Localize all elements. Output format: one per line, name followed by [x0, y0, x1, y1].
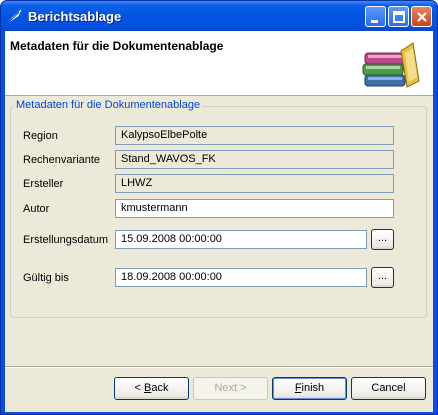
back-button[interactable]: < Back — [114, 377, 189, 400]
cancel-button[interactable]: Cancel — [351, 377, 426, 400]
dialog-client-area: Metadaten für die Dokumentenablage Metad… — [5, 31, 433, 412]
page-title: Metadaten für die Dokumentenablage — [10, 39, 224, 53]
app-feather-icon — [7, 8, 23, 24]
window-title: Berichtsablage — [28, 9, 122, 24]
ersteller-field[interactable]: LHWZ — [115, 174, 394, 193]
autor-label: Autor — [23, 203, 50, 215]
erstellungsdatum-picker-button[interactable]: ... — [371, 229, 394, 250]
books-icon — [361, 39, 421, 89]
close-button[interactable] — [411, 6, 432, 27]
erstellungsdatum-label: Erstellungsdatum — [23, 234, 108, 246]
gueltig-bis-label: Gültig bis — [23, 272, 69, 284]
autor-input[interactable]: kmustermann — [115, 199, 394, 218]
rechenvariante-field[interactable]: Stand_WAVOS_FK — [115, 150, 394, 169]
region-label: Region — [23, 130, 58, 142]
dialog-window: Berichtsablage Metadaten für die Dokumen… — [0, 0, 438, 415]
group-legend: Metadaten für die Dokumentenablage — [14, 99, 203, 111]
region-field[interactable]: KalypsoElbePolte — [115, 126, 394, 145]
button-separator — [5, 366, 433, 368]
maximize-button[interactable] — [388, 6, 409, 27]
finish-rest: inish — [301, 382, 325, 394]
next-button[interactable]: Next > — [193, 377, 268, 400]
back-rest: ack — [151, 382, 169, 394]
finish-mnemonic: F — [294, 382, 302, 394]
back-prefix: < — [134, 382, 144, 394]
minimize-button[interactable] — [365, 6, 386, 27]
gueltig-bis-input[interactable]: 18.09.2008 00:00:00 — [115, 268, 367, 287]
rechenvariante-label: Rechenvariante — [23, 154, 101, 166]
gueltig-bis-picker-button[interactable]: ... — [371, 267, 394, 288]
erstellungsdatum-input[interactable]: 15.09.2008 00:00:00 — [115, 230, 367, 249]
finish-button[interactable]: Finish — [272, 377, 347, 400]
ersteller-label: Ersteller — [23, 178, 64, 190]
title-bar[interactable]: Berichtsablage — [1, 1, 437, 31]
wizard-header: Metadaten für die Dokumentenablage — [5, 31, 433, 96]
